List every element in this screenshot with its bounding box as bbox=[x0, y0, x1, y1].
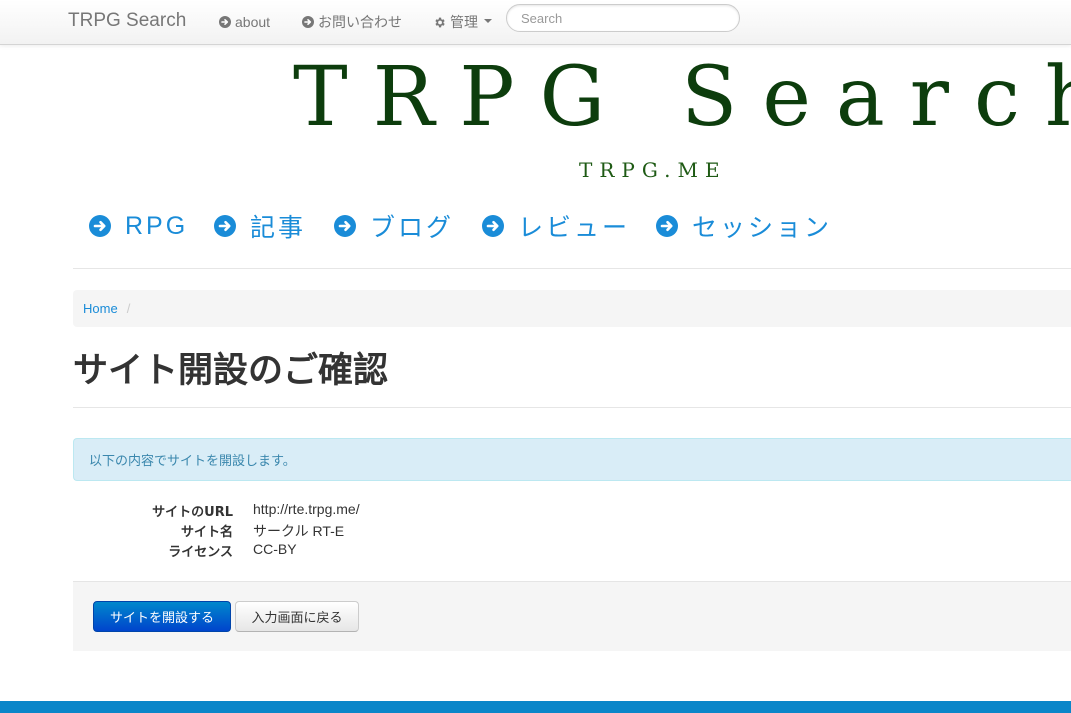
nav-admin-label: 管理 bbox=[450, 14, 478, 30]
form-actions: サイトを開設する 入力画面に戻る bbox=[73, 581, 1071, 651]
category-sessions[interactable]: セッション bbox=[656, 208, 832, 244]
site-logo-title[interactable]: TRPG Search bbox=[293, 50, 1071, 145]
detail-label: サイト名 bbox=[180, 525, 233, 540]
nav-admin-dropdown[interactable]: 管理 bbox=[433, 12, 492, 32]
breadcrumb: Home / bbox=[73, 290, 1071, 327]
back-to-input-button[interactable]: 入力画面に戻る bbox=[235, 601, 359, 632]
footer-bar bbox=[0, 701, 1071, 713]
category-label: 記事 bbox=[250, 214, 307, 242]
page-title: サイト開設のご確認 bbox=[73, 351, 389, 391]
detail-value: CC-BY bbox=[253, 541, 297, 557]
category-label: RPG bbox=[125, 211, 189, 240]
detail-row-name: サイト名 サークル RT-E bbox=[73, 521, 573, 541]
arrow-circle-right-icon bbox=[219, 16, 231, 28]
nav-contact-label: お問い合わせ bbox=[318, 14, 402, 30]
divider bbox=[73, 407, 1071, 408]
detail-row-license: ライセンス CC-BY bbox=[73, 541, 573, 561]
detail-label: サイトのURL bbox=[152, 505, 233, 520]
category-articles[interactable]: 記事 bbox=[214, 208, 306, 244]
top-navbar: TRPG Search about お問い合わせ 管理 bbox=[0, 0, 1071, 45]
category-label: ブログ bbox=[370, 214, 455, 242]
arrow-circle-right-icon bbox=[482, 215, 504, 237]
category-rpg[interactable]: RPG bbox=[89, 208, 188, 244]
detail-value: サークル RT-E bbox=[253, 523, 345, 539]
site-logo-subtitle: TRPG.ME bbox=[579, 158, 727, 182]
detail-label: ライセンス bbox=[168, 545, 233, 560]
breadcrumb-home-link[interactable]: Home bbox=[83, 301, 118, 316]
navbar-brand[interactable]: TRPG Search bbox=[68, 10, 186, 32]
nav-about-label: about bbox=[235, 14, 271, 30]
arrow-circle-right-icon bbox=[89, 215, 111, 237]
category-blog[interactable]: ブログ bbox=[334, 208, 454, 244]
arrow-circle-right-icon bbox=[302, 16, 314, 28]
breadcrumb-separator: / bbox=[126, 301, 131, 316]
gear-icon bbox=[433, 16, 446, 29]
search-input[interactable] bbox=[506, 4, 740, 32]
nav-about-link[interactable]: about bbox=[219, 12, 270, 32]
divider bbox=[73, 268, 1071, 269]
arrow-circle-right-icon bbox=[214, 215, 236, 237]
arrow-circle-right-icon bbox=[334, 215, 356, 237]
create-site-button[interactable]: サイトを開設する bbox=[93, 601, 231, 632]
category-reviews[interactable]: レビュー bbox=[482, 208, 630, 244]
nav-contact-link[interactable]: お問い合わせ bbox=[302, 12, 402, 32]
detail-row-url: サイトのURL http://rte.trpg.me/ bbox=[73, 501, 573, 521]
info-alert: 以下の内容でサイトを開設します。 bbox=[73, 438, 1071, 481]
arrow-circle-right-icon bbox=[656, 215, 678, 237]
alert-message: 以下の内容でサイトを開設します。 bbox=[89, 454, 296, 469]
detail-value: http://rte.trpg.me/ bbox=[253, 501, 360, 517]
site-details-list: サイトのURL http://rte.trpg.me/ サイト名 サークル RT… bbox=[73, 501, 573, 561]
category-label: レビュー bbox=[518, 214, 631, 242]
category-label: セッション bbox=[692, 214, 833, 242]
caret-down-icon bbox=[484, 19, 492, 23]
